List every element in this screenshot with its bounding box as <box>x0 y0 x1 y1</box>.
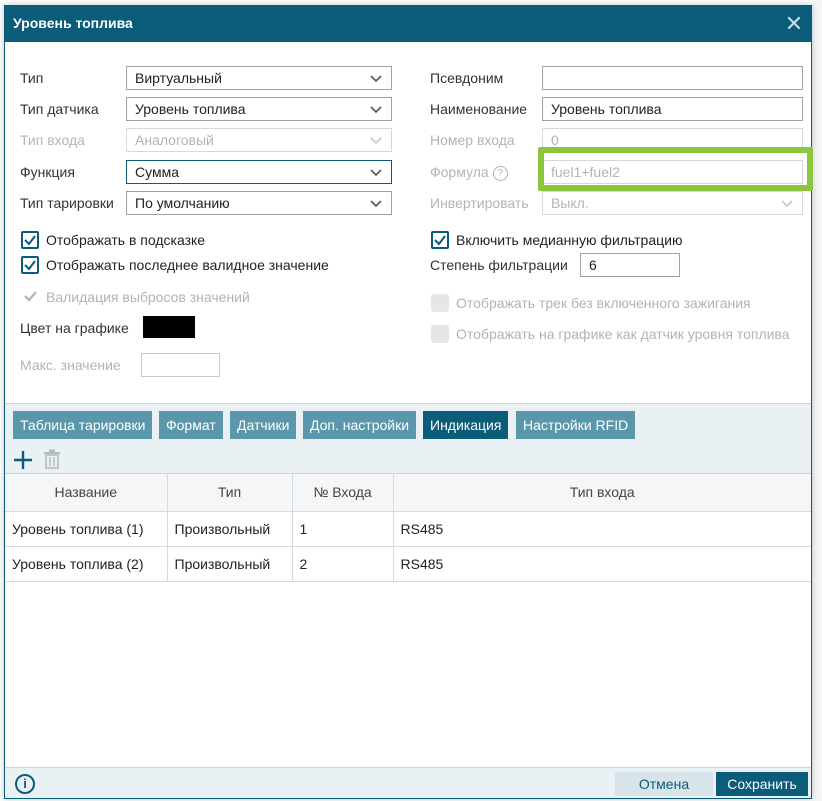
checkbox-checked-icon <box>24 235 36 246</box>
cell-input-type: RS485 <box>393 546 811 582</box>
max-value-input[interactable] <box>141 353 220 377</box>
invert-label: Инвертировать <box>430 195 529 211</box>
cell-name: Уровень топлива (1) <box>5 511 168 547</box>
chevron-down-icon <box>370 75 382 83</box>
dialog-footer: i Отмена Сохранить <box>5 767 811 798</box>
cell-type: Произвольный <box>167 511 293 547</box>
checkbox-checked-icon <box>24 260 36 271</box>
tab-format[interactable]: Формат <box>159 411 223 439</box>
close-icon[interactable]: ✕ <box>781 10 807 38</box>
calibration-type-label: Тип тарировки <box>20 195 114 211</box>
type-select[interactable]: Виртуальный <box>126 66 392 90</box>
input-type-label: Тип входа <box>20 132 85 148</box>
alias-input[interactable] <box>542 66 803 90</box>
function-label: Функция <box>20 164 75 180</box>
sensor-dialog: Уровень топлива ✕ Тип Виртуальный Тип да… <box>4 5 813 799</box>
dialog-titlebar: Уровень топлива ✕ <box>5 6 811 42</box>
tabs-bar: Таблица тарировки Формат Датчики Доп. на… <box>5 403 811 473</box>
dialog-title: Уровень топлива <box>13 15 133 31</box>
invert-select: Выкл. <box>542 191 803 215</box>
outlier-validation-checkbox <box>24 291 37 302</box>
chevron-down-icon <box>781 200 793 208</box>
sensors-table-area: Название Тип № Входа Тип входа Уровень т… <box>5 473 811 767</box>
table-row[interactable]: Уровень топлива (1) Произвольный 1 RS485 <box>5 511 811 547</box>
chart-color-label: Цвет на графике <box>20 320 129 336</box>
formula-label-text: Формула <box>430 164 489 180</box>
function-select[interactable]: Сумма <box>126 160 392 184</box>
track-without-ignition-checkbox <box>431 294 449 312</box>
cancel-button[interactable]: Отмена <box>615 772 713 796</box>
show-last-valid-checkbox[interactable] <box>21 256 39 274</box>
add-icon[interactable] <box>13 450 33 470</box>
column-header-input-type[interactable]: Тип входа <box>393 474 811 512</box>
show-as-fuel-sensor-checkbox <box>431 325 449 343</box>
tab-rfid-settings[interactable]: Настройки RFID <box>516 411 636 439</box>
median-filter-checkbox[interactable] <box>431 231 449 249</box>
invert-value: Выкл. <box>551 195 589 211</box>
input-number-label: Номер входа <box>430 132 515 148</box>
chevron-down-icon <box>370 106 382 114</box>
chevron-down-icon <box>370 200 382 208</box>
type-select-value: Виртуальный <box>135 70 222 86</box>
tab-calibration-table[interactable]: Таблица тарировки <box>13 411 153 439</box>
background-strip <box>812 0 822 801</box>
sensors-table: Название Тип № Входа Тип входа Уровень т… <box>5 474 811 582</box>
trash-icon[interactable] <box>43 449 61 469</box>
name-label: Наименование <box>430 101 528 117</box>
type-label: Тип <box>20 70 44 86</box>
filter-degree-label: Степень фильтрации <box>430 257 568 273</box>
chart-color-swatch[interactable] <box>143 316 195 338</box>
median-filter-label: Включить медианную фильтрацию <box>456 232 683 248</box>
show-in-tooltip-checkbox[interactable] <box>21 231 39 249</box>
help-icon[interactable]: ? <box>492 166 508 181</box>
outlier-validation-label: Валидация выбросов значений <box>46 289 250 305</box>
sensor-type-select[interactable]: Уровень топлива <box>126 97 392 121</box>
formula-label: Формула? <box>430 164 508 181</box>
input-type-value: Аналоговый <box>135 132 214 148</box>
tab-extra-settings[interactable]: Доп. настройки <box>303 411 417 439</box>
table-header-row: Название Тип № Входа Тип входа <box>5 474 811 512</box>
alias-label: Псевдоним <box>430 70 504 86</box>
formula-highlight-frame <box>538 147 813 191</box>
max-value-label: Макс. значение <box>20 357 121 373</box>
form-area: Тип Виртуальный Тип датчика Уровень топл… <box>5 42 811 404</box>
sensor-type-value: Уровень топлива <box>135 101 246 117</box>
show-last-valid-label: Отображать последнее валидное значение <box>46 257 329 273</box>
column-header-input-number[interactable]: № Входа <box>292 474 394 512</box>
cell-input-number: 2 <box>292 546 394 582</box>
column-header-type[interactable]: Тип <box>167 474 293 512</box>
column-header-name[interactable]: Название <box>5 474 168 512</box>
tab-indication[interactable]: Индикация <box>423 411 509 439</box>
cell-input-type: RS485 <box>393 511 811 547</box>
show-as-fuel-sensor-label: Отображать на графике как датчик уровня … <box>456 326 790 342</box>
function-value: Сумма <box>135 164 179 180</box>
cell-name: Уровень топлива (2) <box>5 546 168 582</box>
cell-input-number: 1 <box>292 511 394 547</box>
filter-degree-input[interactable]: 6 <box>580 253 680 277</box>
tab-sensors[interactable]: Датчики <box>230 411 297 439</box>
chevron-down-icon <box>370 137 382 145</box>
chevron-down-icon <box>370 169 382 177</box>
show-in-tooltip-label: Отображать в подсказке <box>46 232 206 248</box>
cell-type: Произвольный <box>167 546 293 582</box>
name-input[interactable]: Уровень топлива <box>542 97 803 121</box>
checkbox-checked-icon <box>434 235 446 246</box>
info-icon[interactable]: i <box>15 774 35 794</box>
calibration-type-select[interactable]: По умолчанию <box>126 191 392 215</box>
save-button[interactable]: Сохранить <box>716 772 808 796</box>
sensor-type-label: Тип датчика <box>20 101 99 117</box>
calibration-type-value: По умолчанию <box>135 195 230 211</box>
track-without-ignition-label: Отображать трек без включенного зажигани… <box>456 295 751 311</box>
table-row[interactable]: Уровень топлива (2) Произвольный 2 RS485 <box>5 546 811 582</box>
input-type-select: Аналоговый <box>126 128 392 152</box>
